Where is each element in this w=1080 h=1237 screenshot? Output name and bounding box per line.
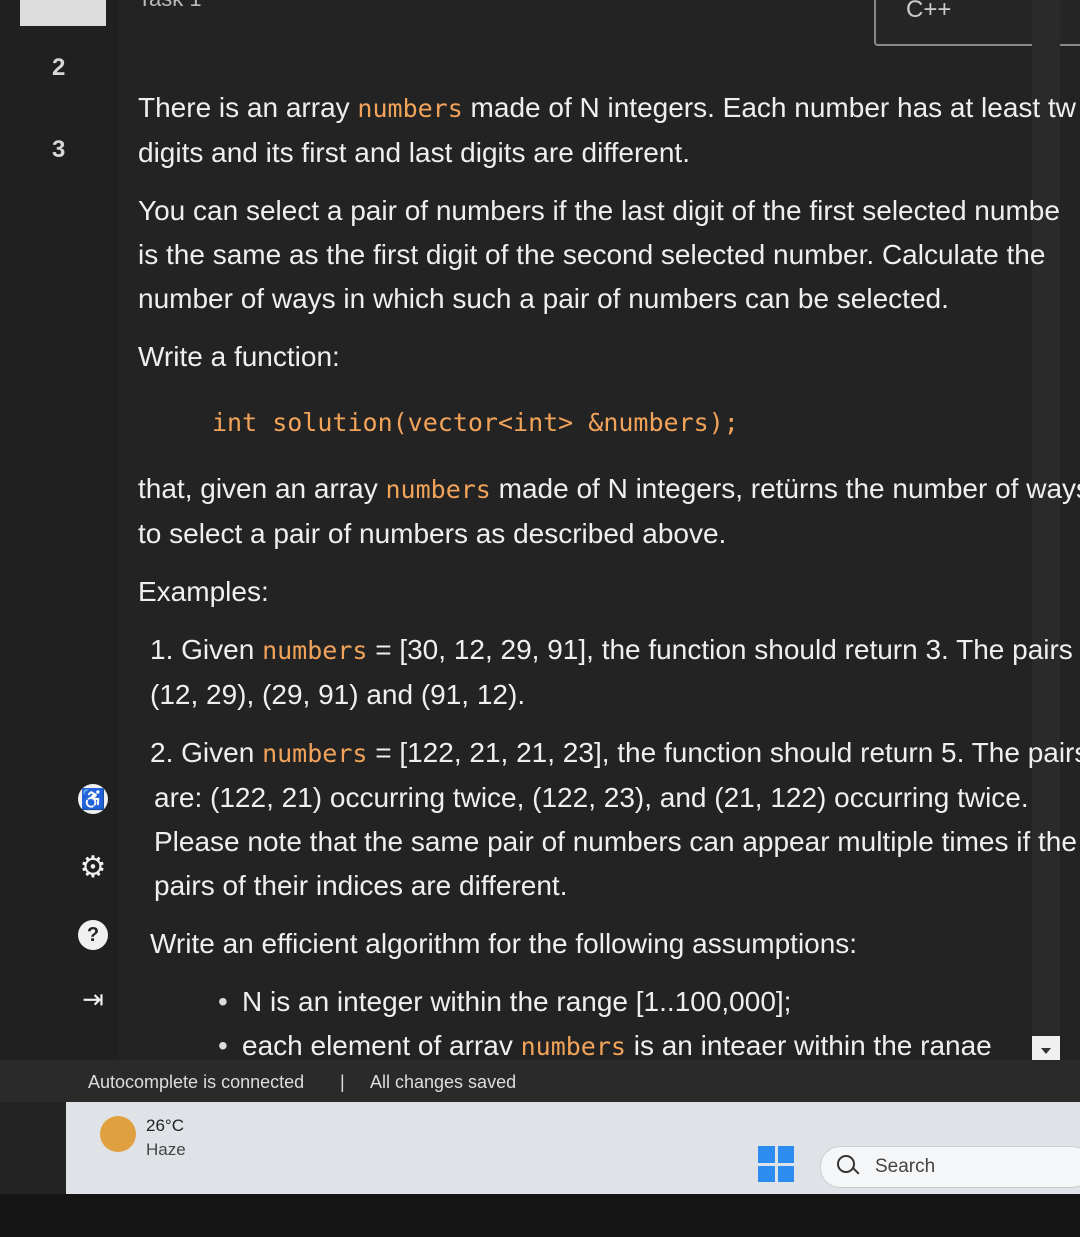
start-icon-tile [758,1146,775,1163]
accessibility-icon[interactable]: ♿ [78,784,108,814]
weather-temperature[interactable]: 26°C [146,1116,184,1136]
inline-code: numbers [262,636,368,665]
logout-icon[interactable]: ⇥ [78,984,108,1014]
help-icon[interactable]: ? [78,920,108,950]
inline-code: numbers [520,1032,626,1061]
line-number: 3 [52,136,66,163]
paragraph: that, given an array numbers made of N i… [138,473,1080,549]
assumptions-heading: Write an efficient algorithm for the fol… [150,928,858,959]
list-item: N is an integer within the range [1..100… [218,980,1080,1024]
function-signature: int solution(vector<int> &numbers); [212,408,739,437]
example-1: 1. Given numbers = [30, 12, 29, 91], the… [150,634,1080,710]
autocomplete-status: Autocomplete is connected [88,1072,305,1092]
inline-code: numbers [262,739,368,768]
paragraph: You can select a pair of numbers if the … [138,195,1060,314]
line-gutter: 2 3 [0,0,118,1060]
task-title: Task 1 [138,0,202,12]
taskbar: 26°C Haze Search [66,1102,1080,1194]
status-separator: | [340,1072,345,1092]
gear-icon[interactable]: ⚙ [78,851,108,884]
assumptions-list: N is an integer within the range [1..100… [218,980,1080,1069]
weather-description[interactable]: Haze [146,1140,186,1160]
screen: 2 3 Task 1 C++ There is an array numbers… [0,0,1080,1237]
examples-heading: Examples: [138,576,269,607]
status-bar: Autocomplete is connected | All changes … [0,1060,1080,1102]
start-icon-tile [777,1146,794,1163]
search-placeholder: Search [875,1156,936,1177]
monitor-bezel [0,1194,1080,1237]
search-icon [837,1155,855,1173]
weather-icon[interactable] [100,1116,136,1152]
task-description: There is an array numbers made of N inte… [138,86,1080,1069]
taskbar-search[interactable]: Search [820,1146,1080,1188]
inline-code: numbers [385,475,491,504]
save-status: All changes saved [370,1072,517,1092]
write-function-label: Write a function: [138,341,340,372]
line-number: 2 [52,54,66,81]
inline-code: numbers [357,94,463,123]
language-label: C++ [906,0,952,23]
example-2: 2. Given numbers = [122, 21, 21, 23], th… [150,737,1080,901]
panel-tab[interactable] [20,0,106,26]
start-icon-tile [758,1165,775,1182]
paragraph: There is an array numbers made of N inte… [138,92,1076,168]
start-icon-tile [777,1165,794,1182]
windows-start-button[interactable] [758,1146,794,1182]
